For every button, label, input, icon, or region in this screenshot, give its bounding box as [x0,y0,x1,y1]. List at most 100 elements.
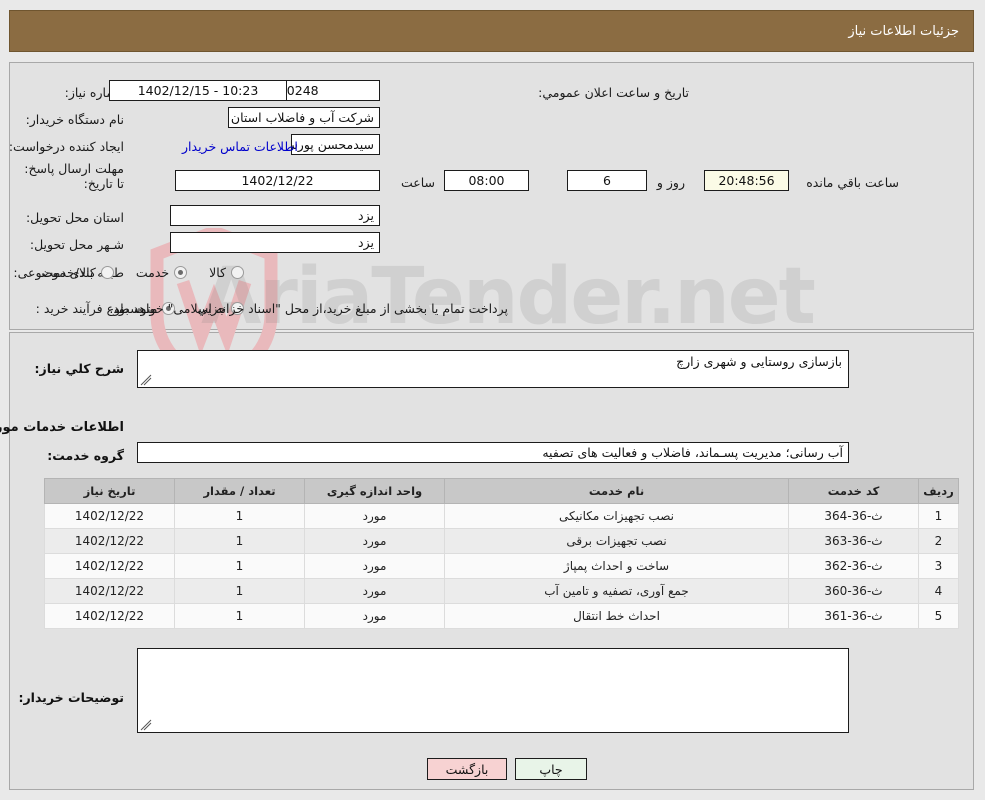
announce-datetime-value[interactable]: 10:23 - 1402/12/15 [110,80,288,101]
table-body: 1 ث-36-364 نصب تجهیزات مکانیکی مورد 1 1402/12… [45,503,960,629]
cell-row-index: 5 [919,603,960,629]
resize-grip-icon[interactable] [141,374,153,386]
field-buyer-org: نام دستگاه خریدار: [27,107,125,131]
cell-service-name: ساخت و احداث پمپاژ [445,553,790,579]
column-header-service-code: کد خدمت [789,478,920,504]
radio-icon[interactable] [232,265,245,279]
province-value[interactable]: یزد [171,205,381,226]
category-option-label: کالا/خدمت [42,264,97,280]
print-button[interactable]: چاپ [516,758,588,780]
table-row: 5 ث-36-361 احداث خط انتقال مورد 1 1402/12/22 [45,603,960,629]
cell-service-name: جمع آوری، تصفیه و تامین آب [445,578,790,604]
column-header-quantity: تعداد / مقدار [175,478,306,504]
deadline-hour-value[interactable]: 08:00 [445,170,530,191]
column-header-need-date: تاریخ نیاز [45,478,176,504]
announce-datetime-label-wrap: تاریخ و ساعت اعلان عمومي: [539,80,690,104]
cell-unit: مورد [305,503,446,529]
cell-quantity: 1 [175,528,306,554]
cell-unit: مورد [305,578,446,604]
announce-datetime-label: تاریخ و ساعت اعلان عمومي: [539,84,690,100]
category-option-service[interactable]: خدمت [136,264,189,280]
cell-unit: مورد [305,528,446,554]
buyer-contact-link-wrap: اطلاعات تماس خریدار [183,134,299,158]
field-deadline: مهلت ارسال پاسخ: تا تاریخ: [17,161,125,195]
request-creator-value[interactable]: سیدمحسن پورسید کاربرداز شرکت آب و فاضلاب… [292,134,381,155]
cell-row-index: 3 [919,553,960,579]
cell-service-name: نصب تجهیزات مکانیکی [445,503,790,529]
cell-service-name: احداث خط انتقال [445,603,790,629]
cell-row-index: 4 [919,578,960,604]
cell-unit: مورد [305,603,446,629]
days-remaining-value[interactable]: 6 [568,170,648,191]
buyer-org-value[interactable]: شرکت آب و فاضلاب استان یزد [229,107,381,128]
deadline-label: مهلت ارسال پاسخ: تا تاریخ: [25,161,125,191]
deadline-hour-label-wrap: ساعت [402,170,436,194]
cell-need-date: 1402/12/22 [45,603,176,629]
general-description-value: بازسازی روستایی و شهری زارچ [677,354,843,369]
back-button[interactable]: بازگشت [428,758,508,780]
request-creator-label: ایجاد کننده درخواست: [9,138,125,154]
category-option-goods-service[interactable]: کالا/خدمت [42,264,115,280]
field-service-group: گروه خدمت: [48,443,125,467]
buyer-notes-label: توضیحات خریدار: [19,689,125,705]
field-buyer-notes: توضیحات خریدار: [19,685,125,709]
cell-quantity: 1 [175,503,306,529]
field-request-creator: ایجاد کننده درخواست: [10,134,125,158]
time-remaining-value[interactable]: 20:48:56 [705,170,790,191]
cell-quantity: 1 [175,603,306,629]
services-section-heading: اطلاعات خدمات مورد نیاز [0,420,125,435]
resize-grip-icon[interactable] [141,719,153,731]
services-table: ردیف کد خدمت نام خدمت واحد اندازه گیری ت… [45,478,960,629]
service-group-label: گروه خدمت: [48,447,125,463]
buyer-notes-value [139,649,849,652]
buyer-notes-box[interactable] [138,648,850,733]
page-title-text: جزئیات اطلاعات نیاز [849,23,960,39]
city-value[interactable]: یزد [171,232,381,253]
column-header-row-index: ردیف [919,478,960,504]
city-label: شـهر محل تحویل: [30,236,125,252]
page-root: AriaTender.net جزئیات اطلاعات نیاز شماره… [0,0,985,800]
time-remaining-label: ساعت باقي مانده [807,174,900,190]
days-unit-label-wrap: روز و [658,170,686,194]
field-province: استان محل تحویل: [27,205,125,229]
cell-need-date: 1402/12/22 [45,503,176,529]
radio-icon[interactable] [101,265,115,279]
table-row: 1 ث-36-364 نصب تجهیزات مکانیکی مورد 1 1402/12… [45,503,960,529]
table-header-row: ردیف کد خدمت نام خدمت واحد اندازه گیری ت… [45,478,960,504]
cell-service-code: ث-36-364 [789,503,920,529]
radio-icon[interactable] [175,265,189,279]
field-city: شـهر محل تحویل: [31,232,125,256]
cell-row-index: 1 [919,503,960,529]
cell-need-date: 1402/12/22 [45,578,176,604]
buyer-org-label: نام دستگاه خریدار: [26,111,125,127]
buyer-contact-link[interactable]: اطلاعات تماس خریدار [183,139,299,154]
deadline-date-value[interactable]: 1402/12/22 [176,170,381,191]
cell-quantity: 1 [175,553,306,579]
days-unit-label: روز و [657,174,686,190]
cell-service-code: ث-36-360 [789,578,920,604]
page-title: جزئیات اطلاعات نیاز [10,10,975,52]
need-summary-panel [10,62,975,330]
time-remaining-label-wrap: ساعت باقي مانده [807,170,900,194]
column-header-unit: واحد اندازه گیری [305,478,446,504]
table-row: 3 ث-36-362 ساخت و احداث پمپاژ مورد 1 1402/12/… [45,553,960,579]
province-label: استان محل تحویل: [26,209,125,225]
cell-unit: مورد [305,553,446,579]
category-radio-group: کالا خدمت کالا/خدمت [20,260,245,284]
table-row: 2 ث-36-363 نصب تجهیزات برقی مورد 1 1402/12/22 [45,528,960,554]
cell-service-name: نصب تجهیزات برقی [445,528,790,554]
process-note-wrap: پرداخت تمام یا بخشی از مبلغ خرید،از محل … [110,296,509,320]
category-option-label: کالا [210,264,227,280]
cell-need-date: 1402/12/22 [45,553,176,579]
service-group-value[interactable]: آب رسانی؛ مدیریت پسـماند، فاضلاب و فعالی… [138,442,850,463]
field-general-description: شرح کلي نیاز: [36,356,125,380]
cell-need-date: 1402/12/22 [45,528,176,554]
column-header-service-name: نام خدمت [445,478,790,504]
general-description-box[interactable]: بازسازی روستایی و شهری زارچ [138,350,850,388]
category-option-label: خدمت [136,264,171,280]
general-description-label: شرح کلي نیاز: [35,360,125,376]
process-note: پرداخت تمام یا بخشی از مبلغ خرید،از محل … [110,300,509,316]
cell-row-index: 2 [919,528,960,554]
cell-service-code: ث-36-362 [789,553,920,579]
category-option-goods[interactable]: کالا [210,265,245,280]
